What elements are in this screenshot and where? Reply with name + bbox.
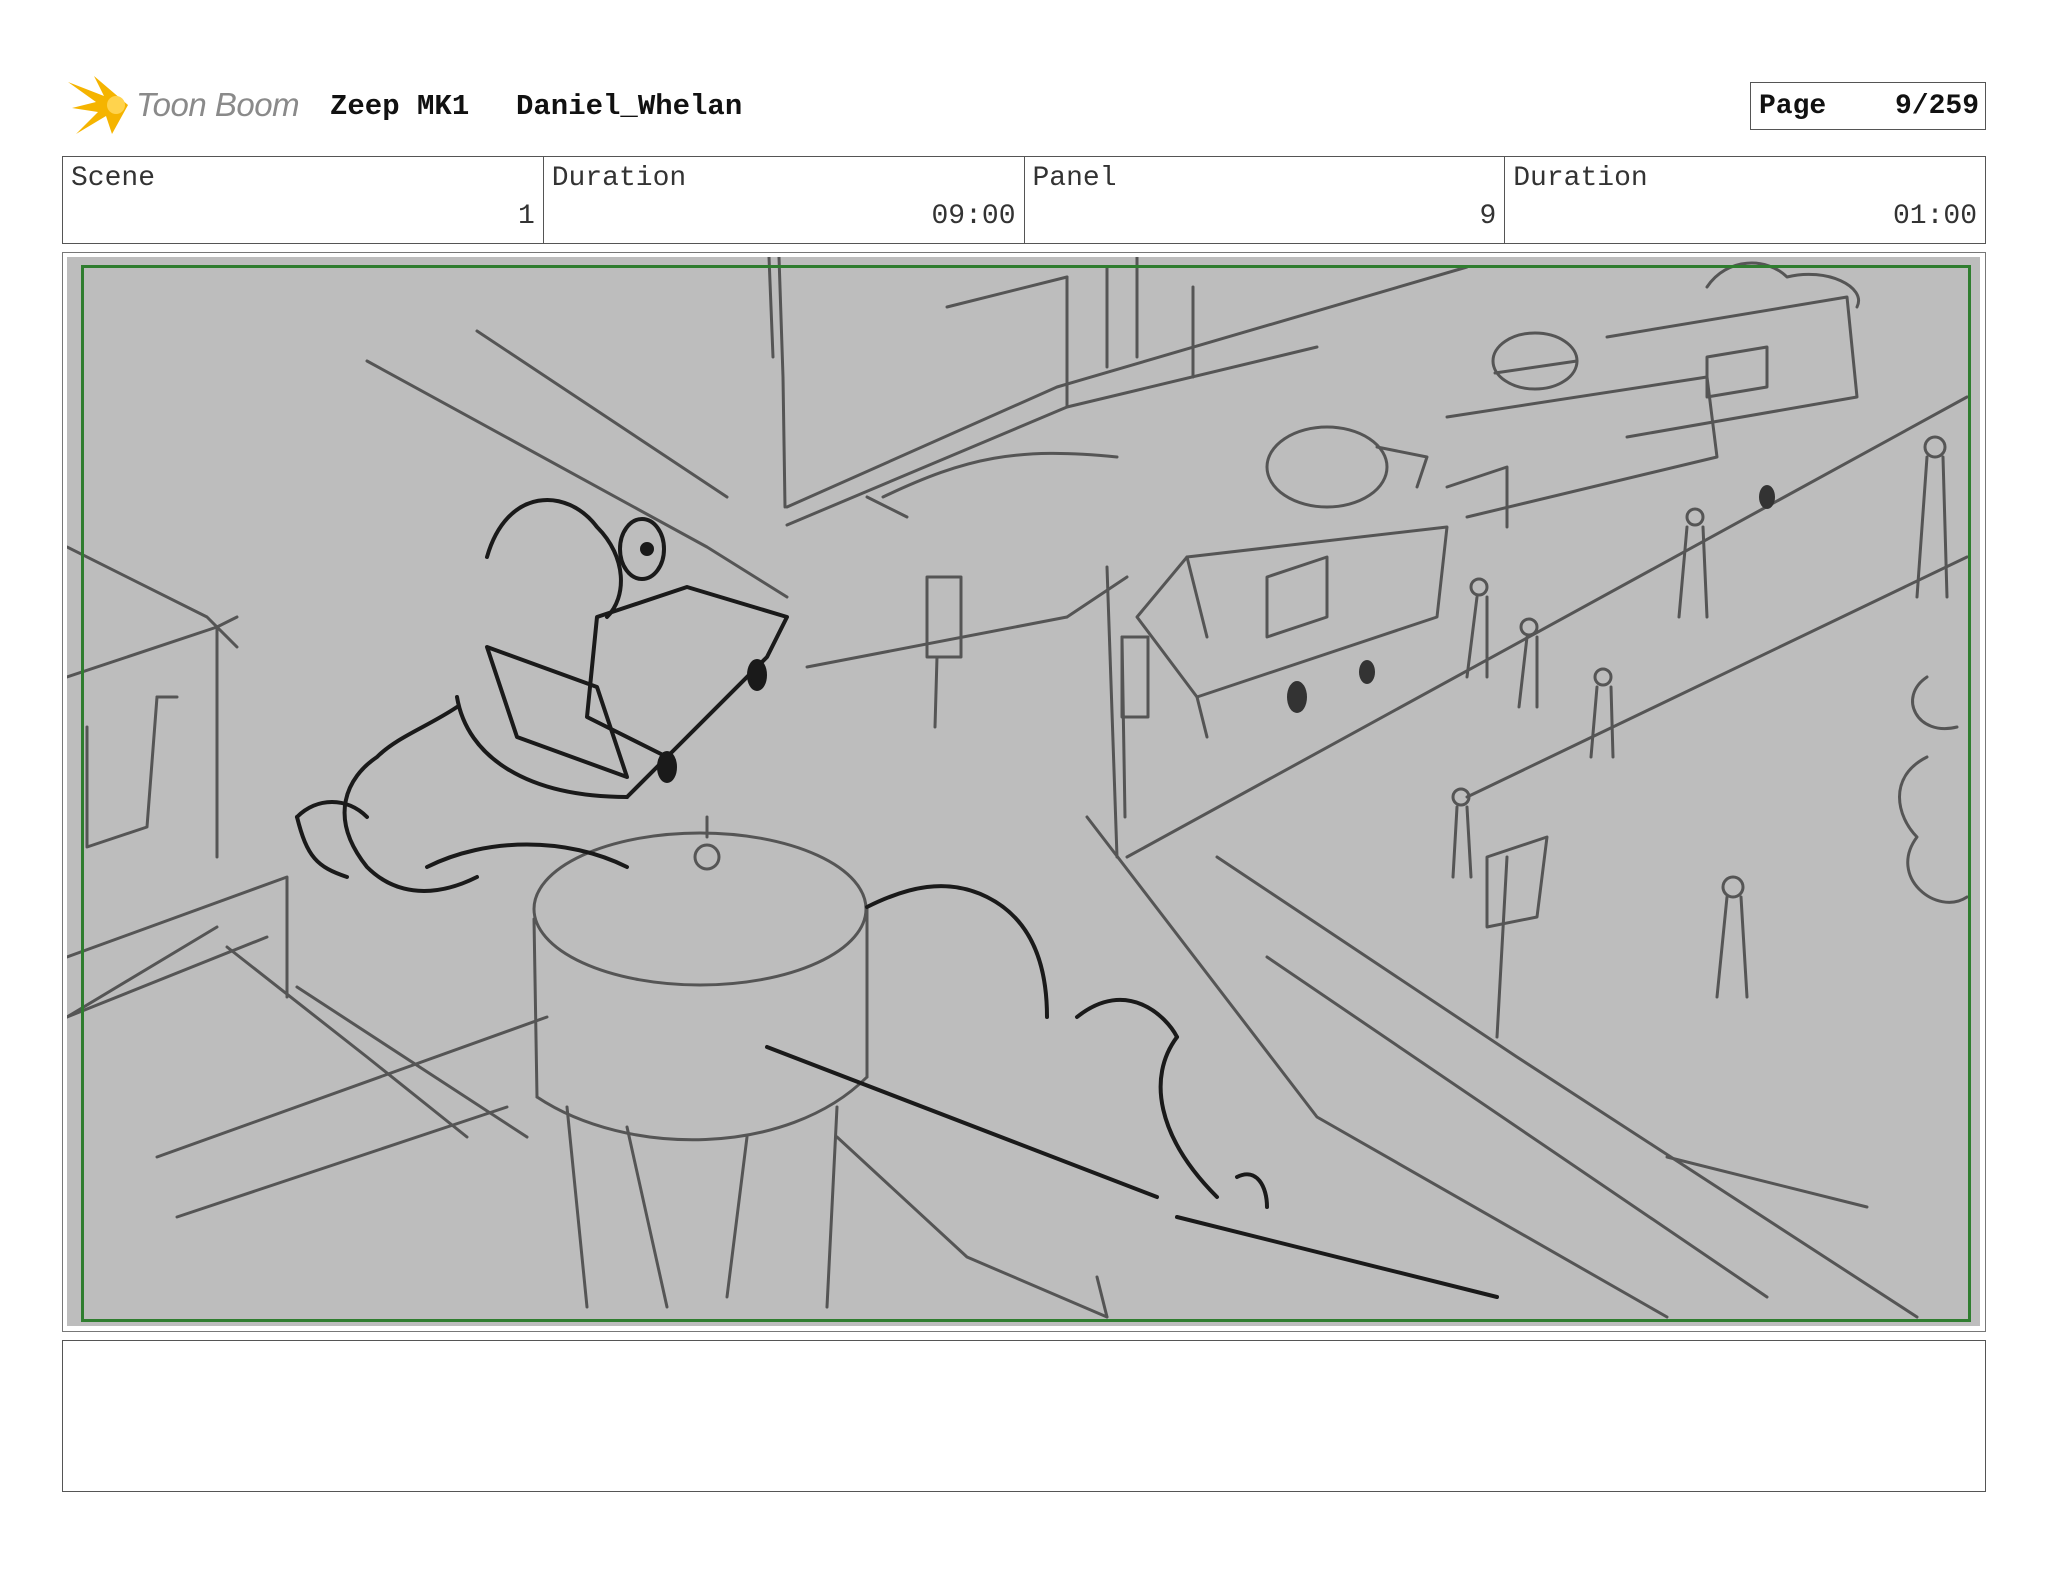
panel-duration-cell: Duration 01:00	[1505, 157, 1985, 243]
scene-value: 1	[517, 201, 535, 232]
page-label: Page	[1759, 91, 1827, 122]
project-title: Zeep MK1	[330, 90, 470, 123]
author-name: Daniel_Whelan	[516, 90, 743, 123]
scene-duration-cell: Duration 09:00	[544, 157, 1025, 243]
panel-duration-label: Duration	[1513, 163, 1648, 194]
scene-cell: Scene 1	[63, 157, 544, 243]
page-indicator: Page 9/259	[1750, 82, 1986, 130]
scene-duration-label: Duration	[551, 163, 687, 194]
panel-duration-value: 01:00	[1892, 201, 1977, 232]
panel-label: Panel	[1032, 163, 1117, 194]
panel-cell: Panel 9	[1025, 157, 1506, 243]
sketch-panel-image	[67, 257, 1980, 1326]
star-burst-icon	[68, 76, 128, 134]
scene-label: Scene	[71, 163, 156, 194]
dialogue-notes-box[interactable]	[62, 1340, 1986, 1492]
page-number: 9/259	[1894, 91, 1979, 122]
scene-info-row: Scene 1 Duration 09:00 Panel 9 Duration …	[62, 156, 1986, 244]
scene-duration-value: 09:00	[931, 201, 1016, 232]
panel-frame	[62, 252, 1986, 1332]
toon-boom-logo: Toon Boom	[66, 72, 300, 138]
logo-text: Toon Boom	[136, 86, 300, 123]
storyboard-header: Toon Boom Zeep MK1 Daniel_Whelan Page 9/…	[62, 70, 1986, 144]
panel-value: 9	[1479, 201, 1497, 232]
safe-area-frame	[81, 265, 1971, 1322]
